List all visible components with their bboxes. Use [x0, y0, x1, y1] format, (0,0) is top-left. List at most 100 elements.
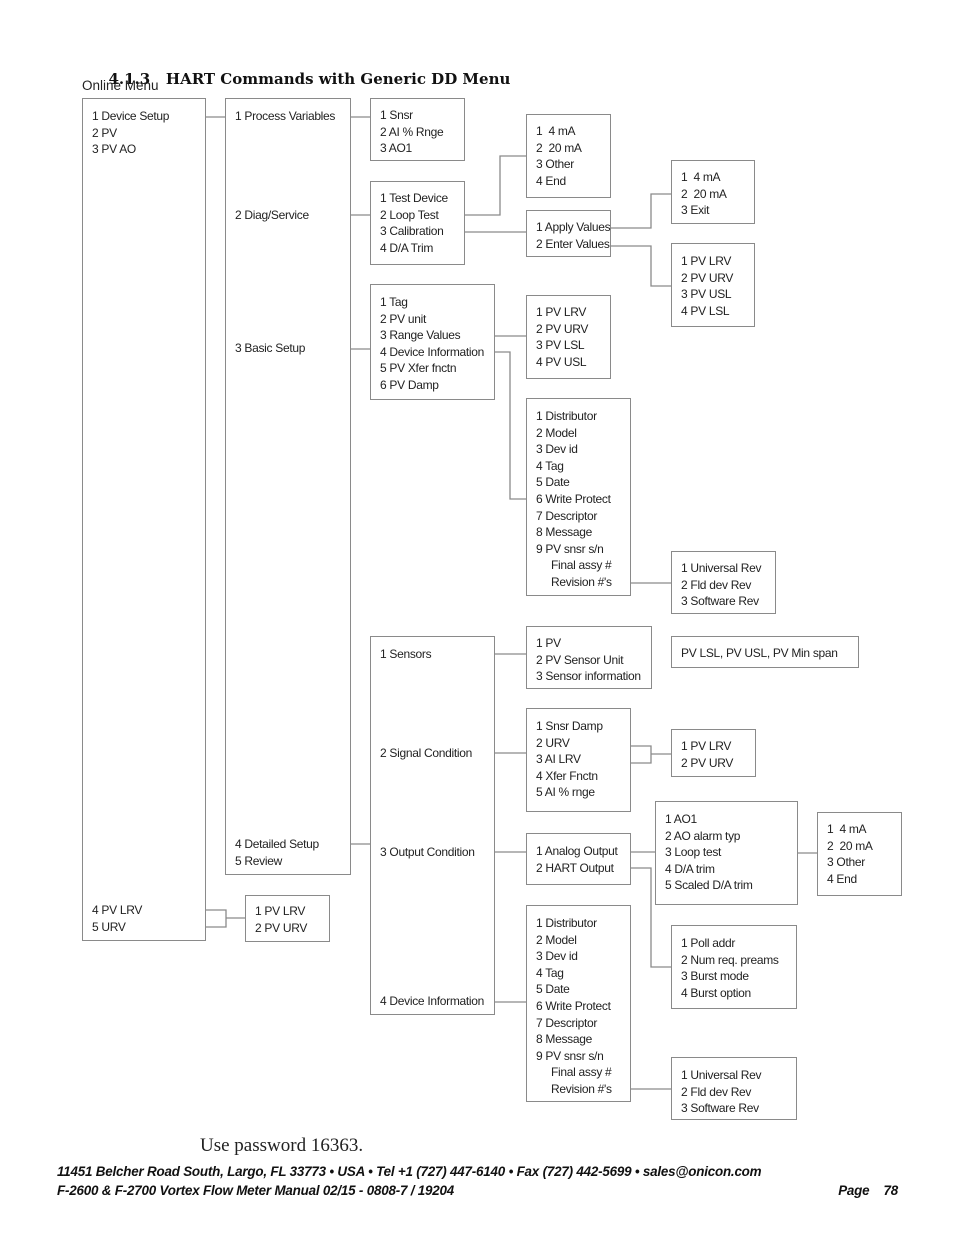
menu-item[interactable]: 1 Distributor [536, 915, 612, 932]
menu-item[interactable]: 5 URV [92, 919, 142, 936]
menu-item[interactable]: 1 Poll addr [681, 935, 779, 952]
menu-item[interactable]: 3 Other [536, 156, 582, 173]
menu-item[interactable]: 7 Descriptor [536, 508, 612, 525]
menu-item[interactable]: 1 PV LRV [536, 304, 588, 321]
menu-item[interactable]: 5 PV Xfer fnctn [380, 360, 484, 377]
menu-item[interactable]: 2 Loop Test [380, 207, 448, 224]
menu-item[interactable]: 3 Range Values [380, 327, 484, 344]
menu-item[interactable]: 1 4 mA [681, 169, 727, 186]
menu-item[interactable]: 4 Burst option [681, 985, 779, 1002]
menu-item[interactable]: 2 20 mA [681, 186, 727, 203]
menu-item[interactable]: 4 PV LSL [681, 303, 733, 320]
menu-item[interactable]: 6 Write Protect [536, 998, 612, 1015]
menu-item[interactable]: Final assy # [536, 1064, 612, 1081]
menu-item[interactable]: 2 URV [536, 735, 603, 752]
menu-item[interactable]: 4 Tag [536, 458, 612, 475]
menu-item[interactable]: 1 Universal Rev [681, 560, 762, 577]
menu-item[interactable]: 4 End [536, 173, 582, 190]
menu-item[interactable]: 1 Snsr [380, 107, 443, 124]
menu-item[interactable]: 1 4 mA [536, 123, 582, 140]
menu-item[interactable]: 2 Fld dev Rev [681, 1084, 761, 1101]
menu-item[interactable]: 1 4 mA [827, 821, 873, 838]
menu-item[interactable]: 1 Distributor [536, 408, 612, 425]
menu-item[interactable]: 1 Device Setup [92, 108, 169, 125]
menu-item[interactable]: 2 Fld dev Rev [681, 577, 761, 594]
menu-item[interactable]: 7 Descriptor [536, 1015, 612, 1032]
menu-item[interactable]: 2 PV unit [380, 311, 484, 328]
menu-item[interactable]: 4 D/A trim [665, 861, 753, 878]
menu-item[interactable]: 2 20 mA [536, 140, 582, 157]
menu-item[interactable]: 3 Dev id [536, 948, 612, 965]
menu-item[interactable]: 1 Snsr Damp [536, 718, 603, 735]
menu-item[interactable]: 1 Test Device [380, 190, 448, 207]
sensor-information-text: PV LSL, PV USL, PV Min span [681, 646, 838, 660]
menu-item[interactable]: 3 Dev id [536, 441, 612, 458]
menu-item-device-information[interactable]: 4 Device Information [380, 993, 484, 1010]
menu-item[interactable]: 3 Software Rev [681, 1100, 761, 1117]
menu-item[interactable]: 2 PV URV [536, 321, 588, 338]
menu-item[interactable]: 4 Tag [536, 965, 612, 982]
menu-item[interactable]: 5 Date [536, 981, 612, 998]
menu-item[interactable]: 1 AO1 [665, 811, 753, 828]
menu-item[interactable]: 2 AO alarm typ [665, 828, 753, 845]
menu-item[interactable]: 8 Message [536, 524, 612, 541]
menu-item[interactable]: Revision #'s [536, 1081, 612, 1098]
menu-item[interactable]: 4 D/A Trim [380, 240, 448, 257]
menu-item-review[interactable]: 5 Review [235, 853, 282, 870]
menu-item-process-variables[interactable]: 1 Process Variables [235, 108, 335, 125]
menu-item[interactable]: 3 PV LSL [536, 337, 588, 354]
menu-item[interactable]: 3 Burst mode [681, 968, 779, 985]
menu-item[interactable]: 2 Model [536, 425, 612, 442]
menu-item-signal-condition[interactable]: 2 Signal Condition [380, 745, 472, 762]
menu-item[interactable]: 6 Write Protect [536, 491, 612, 508]
menu-item[interactable]: 3 Other [827, 854, 873, 871]
menu-item[interactable]: 3 Exit [681, 202, 727, 219]
menu-item[interactable]: 2 AI % Rnge [380, 124, 444, 141]
menu-item[interactable]: 1 PV LRV [681, 253, 733, 270]
menu-item[interactable]: 3 Loop test [665, 844, 753, 861]
menu-item[interactable]: 5 Date [536, 474, 612, 491]
menu-item[interactable]: 3 PV AO [92, 141, 169, 158]
menu-item[interactable]: 3 Calibration [380, 223, 448, 240]
menu-item[interactable]: 1 PV LRV [255, 903, 307, 920]
menu-item[interactable]: 4 Xfer Fnctn [536, 768, 603, 785]
menu-item[interactable]: 2 PV URV [681, 755, 733, 772]
menu-item[interactable]: 4 End [827, 871, 873, 888]
menu-item[interactable]: 2 HART Output [536, 860, 618, 877]
menu-item[interactable]: Revision #'s [536, 574, 612, 591]
menu-item[interactable]: 4 PV USL [536, 354, 588, 371]
menu-item[interactable]: 2 PV URV [681, 270, 733, 287]
menu-item[interactable]: 1 Apply Values [536, 219, 611, 236]
menu-item-basic-setup[interactable]: 3 Basic Setup [235, 340, 305, 357]
menu-item[interactable]: 5 AI % rnge [536, 784, 603, 801]
menu-item[interactable]: 5 Scaled D/A trim [665, 877, 753, 894]
menu-item[interactable]: 3 Software Rev [681, 593, 761, 610]
menu-item[interactable]: 8 Message [536, 1031, 612, 1048]
menu-item-sensors[interactable]: 1 Sensors [380, 646, 432, 663]
menu-item-detailed-setup[interactable]: 4 Detailed Setup [235, 836, 319, 853]
menu-item[interactable]: 9 PV snsr s/n [536, 1048, 612, 1065]
menu-item-output-condition[interactable]: 3 Output Condition [380, 844, 475, 861]
menu-item[interactable]: 2 PV [92, 125, 169, 142]
menu-item-diag-service[interactable]: 2 Diag/Service [235, 207, 309, 224]
menu-item[interactable]: 3 AO1 [380, 140, 443, 157]
menu-item[interactable]: 1 Tag [380, 294, 484, 311]
menu-item[interactable]: 2 Enter Values [536, 236, 610, 253]
menu-item[interactable]: 4 Device Information [380, 344, 484, 361]
menu-item[interactable]: 9 PV snsr s/n [536, 541, 612, 558]
menu-item[interactable]: Final assy # [536, 557, 612, 574]
menu-item[interactable]: 6 PV Damp [380, 377, 484, 394]
menu-item[interactable]: 1 PV LRV [681, 738, 733, 755]
menu-item[interactable]: 3 Sensor information [536, 668, 641, 685]
menu-item[interactable]: 3 PV USL [681, 286, 733, 303]
menu-item[interactable]: 4 PV LRV [92, 902, 142, 919]
menu-item[interactable]: 3 AI LRV [536, 751, 603, 768]
menu-item[interactable]: 2 PV URV [255, 920, 307, 937]
menu-item[interactable]: 2 20 mA [827, 838, 873, 855]
menu-item[interactable]: 1 PV [536, 635, 641, 652]
menu-item[interactable]: 1 Universal Rev [681, 1067, 762, 1084]
menu-item[interactable]: 2 PV Sensor Unit [536, 652, 641, 669]
menu-item[interactable]: 2 Model [536, 932, 612, 949]
menu-item[interactable]: 1 Analog Output [536, 843, 618, 860]
menu-item[interactable]: 2 Num req. preams [681, 952, 779, 969]
